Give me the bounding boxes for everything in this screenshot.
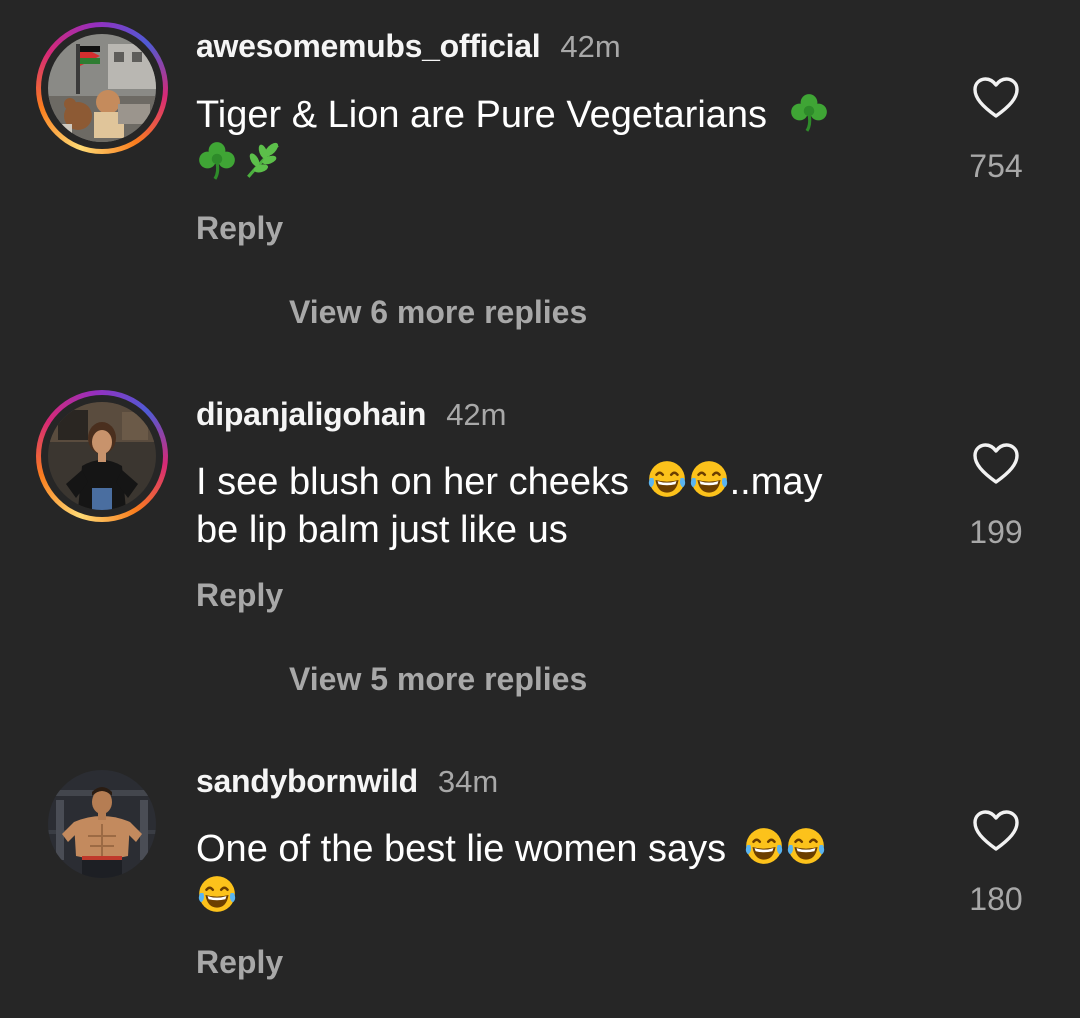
comment-text: Tiger & Lion are Pure Vegetarians — [196, 91, 896, 187]
comment-text-line: One of the best lie women says — [196, 828, 727, 870]
story-ring[interactable] — [36, 22, 168, 154]
reply-button[interactable]: Reply — [196, 944, 283, 981]
tears-of-joy-emoji — [743, 825, 785, 867]
like-count: 754 — [969, 148, 1023, 184]
like-control: 754 — [966, 76, 1026, 185]
reply-button[interactable]: Reply — [196, 577, 283, 614]
comment-time: 42m — [560, 29, 621, 64]
story-ring[interactable] — [36, 390, 168, 522]
avatar-image — [48, 770, 156, 878]
comment-text-line: be lip balm just like us — [196, 509, 568, 551]
shamrock-emoji — [788, 91, 830, 133]
username[interactable]: awesomemubs_official — [196, 28, 541, 65]
tears-of-joy-emoji — [196, 873, 238, 915]
avatar[interactable] — [48, 34, 156, 142]
comment-header: awesomemubs_official 42m — [196, 28, 621, 68]
comment-time: 42m — [446, 397, 507, 432]
comment-header: sandybornwild 34m — [196, 763, 498, 803]
avatar-image — [48, 402, 156, 510]
tears-of-joy-emoji — [688, 458, 730, 500]
like-count: 180 — [969, 881, 1023, 917]
tears-of-joy-emoji — [646, 458, 688, 500]
heart-icon[interactable] — [972, 442, 1020, 486]
reply-button[interactable]: Reply — [196, 210, 283, 247]
heart-icon[interactable] — [972, 809, 1020, 853]
herb-emoji — [242, 139, 284, 181]
username[interactable]: dipanjaligohain — [196, 396, 426, 433]
comment-header: dipanjaligohain 42m — [196, 396, 507, 436]
view-more-replies-button[interactable]: View 6 more replies — [289, 294, 587, 331]
comment-text-suffix: ..may — [729, 461, 823, 503]
avatar-image — [48, 34, 156, 142]
comment-text: One of the best lie women says — [196, 825, 896, 921]
avatar[interactable] — [48, 402, 156, 510]
like-count: 199 — [969, 514, 1023, 550]
shamrock-emoji — [196, 139, 238, 181]
view-more-replies-button[interactable]: View 5 more replies — [289, 661, 587, 698]
username[interactable]: sandybornwild — [196, 763, 418, 800]
comment-text-line: I see blush on her cheeks — [196, 461, 630, 503]
avatar[interactable] — [48, 770, 156, 878]
heart-icon[interactable] — [972, 76, 1020, 120]
comment-time: 34m — [437, 764, 499, 799]
comment-text: I see blush on her cheeks ..may be lip b… — [196, 458, 896, 554]
like-control: 199 — [966, 442, 1026, 551]
tears-of-joy-emoji — [785, 825, 827, 867]
comment-text-line: Tiger & Lion are Pure Vegetarians — [196, 94, 768, 136]
like-control: 180 — [966, 809, 1026, 918]
